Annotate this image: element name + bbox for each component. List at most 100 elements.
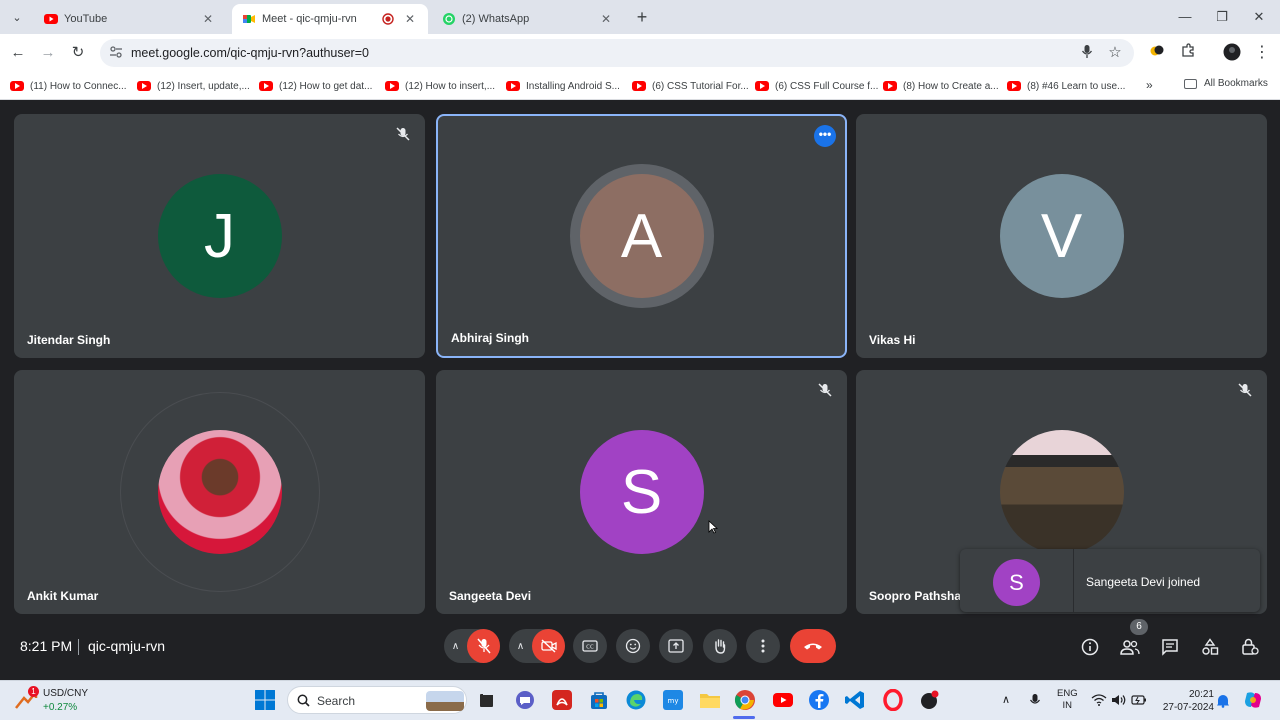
all-bookmarks-button[interactable]: All Bookmarks [1184,78,1268,89]
acrobat-icon[interactable] [551,689,573,711]
mysql-icon[interactable]: my [662,689,684,711]
audio-settings-chevron-icon[interactable]: ∧ [444,629,467,663]
microphone-control: ∧ [444,629,500,663]
microsoft-store-icon[interactable] [588,689,610,711]
volume-icon[interactable] [1111,693,1127,707]
opera-icon[interactable] [882,689,904,711]
show-hidden-icons-chevron[interactable]: ∧ [1002,693,1010,706]
more-options-button[interactable] [746,629,780,663]
video-settings-chevron-icon[interactable]: ∧ [509,629,532,663]
extensions-puzzle-icon[interactable] [1178,43,1198,63]
chat-button[interactable] [1159,637,1181,657]
tab-search-chevron-icon[interactable]: ⌄ [6,7,28,27]
bookmark-item[interactable]: (12) How to insert,... [385,78,495,94]
present-screen-button[interactable] [659,629,693,663]
reload-icon[interactable]: ↻ [68,43,88,63]
close-tab-icon[interactable]: ✕ [200,12,216,26]
microphone-tray-icon[interactable] [1029,693,1041,708]
join-notification: S Sangeeta Devi joined [960,549,1260,612]
people-count-badge: 6 [1130,619,1148,635]
participant-tile[interactable]: S Sangeeta Devi [436,370,847,614]
participant-tile[interactable]: ••• A Abhiraj Singh [436,114,847,358]
more-bookmarks-button[interactable]: » [1146,78,1153,92]
raise-hand-button[interactable] [703,629,737,663]
tab-meet[interactable]: Meet - qic-qmju-rvn ✕ [232,4,428,34]
google-meet-icon [243,15,255,23]
mic-off-button[interactable] [467,629,500,663]
meeting-details-button[interactable] [1079,637,1101,657]
profile-avatar[interactable] [1222,43,1242,63]
notification-bell-icon[interactable] [1216,693,1230,708]
participant-name: Jitendar Singh [27,333,111,347]
close-window-icon[interactable]: ✕ [1244,6,1274,28]
host-controls-button[interactable] [1239,637,1261,657]
youtube-app-icon[interactable] [772,689,794,711]
more-options-icon[interactable]: ••• [814,125,836,147]
bookmark-item[interactable]: (6) CSS Full Course f... [755,78,878,94]
leave-call-button[interactable] [790,629,836,663]
camera-off-button[interactable] [532,629,565,663]
hang-up-icon [804,643,822,650]
taskbar-search[interactable]: Search [287,686,467,714]
address-bar[interactable]: meet.google.com/qic-qmju-rvn?authuser=0 … [100,39,1134,67]
widget-value[interactable]: +0.27% [43,702,77,713]
activities-button[interactable] [1199,637,1221,657]
chrome-menu-icon[interactable]: ⋮ [1252,43,1272,63]
wifi-icon[interactable] [1091,693,1107,707]
chrome-icon[interactable] [734,689,756,711]
bookmark-item[interactable]: (8) #46 Learn to use... [1007,78,1125,94]
folder-icon [1184,78,1197,89]
minimize-icon[interactable]: — [1170,6,1200,28]
url-text[interactable]: meet.google.com/qic-qmju-rvn?authuser=0 [131,46,369,60]
site-settings-icon[interactable] [108,45,124,61]
back-arrow-icon[interactable]: ← [8,43,28,63]
youtube-icon [632,81,646,91]
tab-youtube[interactable]: YouTube ✕ [34,4,226,34]
extension-icon[interactable] [1147,43,1167,63]
bookmark-item[interactable]: (12) Insert, update,... [137,78,250,94]
restore-icon[interactable]: ❐ [1207,6,1237,28]
participant-name: Vikas Hi [869,333,916,347]
file-explorer-icon[interactable] [699,689,721,711]
edge-icon[interactable] [625,689,647,711]
bookmark-item[interactable]: Installing Android S... [506,78,620,94]
avatar: S [993,559,1040,606]
bookmark-item[interactable]: (8) How to Create a... [883,78,999,94]
participant-tile[interactable]: J Jitendar Singh [14,114,425,358]
bookmark-item[interactable]: (11) How to Connec... [10,78,127,94]
youtube-icon [137,81,151,91]
input-language[interactable]: ENG IN [1057,688,1078,712]
tab-whatsapp[interactable]: (2) WhatsApp ✕ [432,4,624,34]
new-tab-button[interactable]: + [632,7,652,27]
facebook-icon[interactable] [808,689,830,711]
people-button[interactable] [1119,637,1141,657]
forward-arrow-icon[interactable]: → [38,43,58,63]
mic-off-icon [477,638,491,654]
battery-icon[interactable] [1131,694,1147,706]
info-icon [1081,638,1099,656]
participant-tile[interactable]: V Vikas Hi [856,114,1267,358]
avatar: S [579,430,704,554]
system-clock[interactable]: 20:21 27-07-2024 [1160,688,1214,714]
participant-tile[interactable]: Ankit Kumar [14,370,425,614]
bookmark-item[interactable]: (12) How to get dat... [259,78,372,94]
reactions-button[interactable] [616,629,650,663]
captions-button[interactable]: CC [573,629,607,663]
avatar: J [157,174,282,298]
windows-start-icon[interactable] [254,689,276,711]
close-tab-icon[interactable]: ✕ [402,12,418,26]
participant-name: Abhiraj Singh [451,331,529,345]
search-icon [297,694,310,707]
microphone-icon[interactable] [1078,44,1096,62]
meeting-code: qic-qmju-rvn [88,638,166,654]
app-icon[interactable] [918,689,940,711]
widget-title[interactable]: USD/CNY [43,688,88,699]
vscode-icon[interactable] [844,689,866,711]
copilot-icon[interactable] [1243,690,1263,710]
bookmark-star-icon[interactable]: ☆ [1106,44,1124,62]
chat-teams-icon[interactable] [514,689,536,711]
close-tab-icon[interactable]: ✕ [598,12,614,26]
youtube-icon [385,81,399,91]
bookmark-item[interactable]: (6) CSS Tutorial For... [632,78,749,94]
task-view-icon[interactable] [476,689,498,711]
